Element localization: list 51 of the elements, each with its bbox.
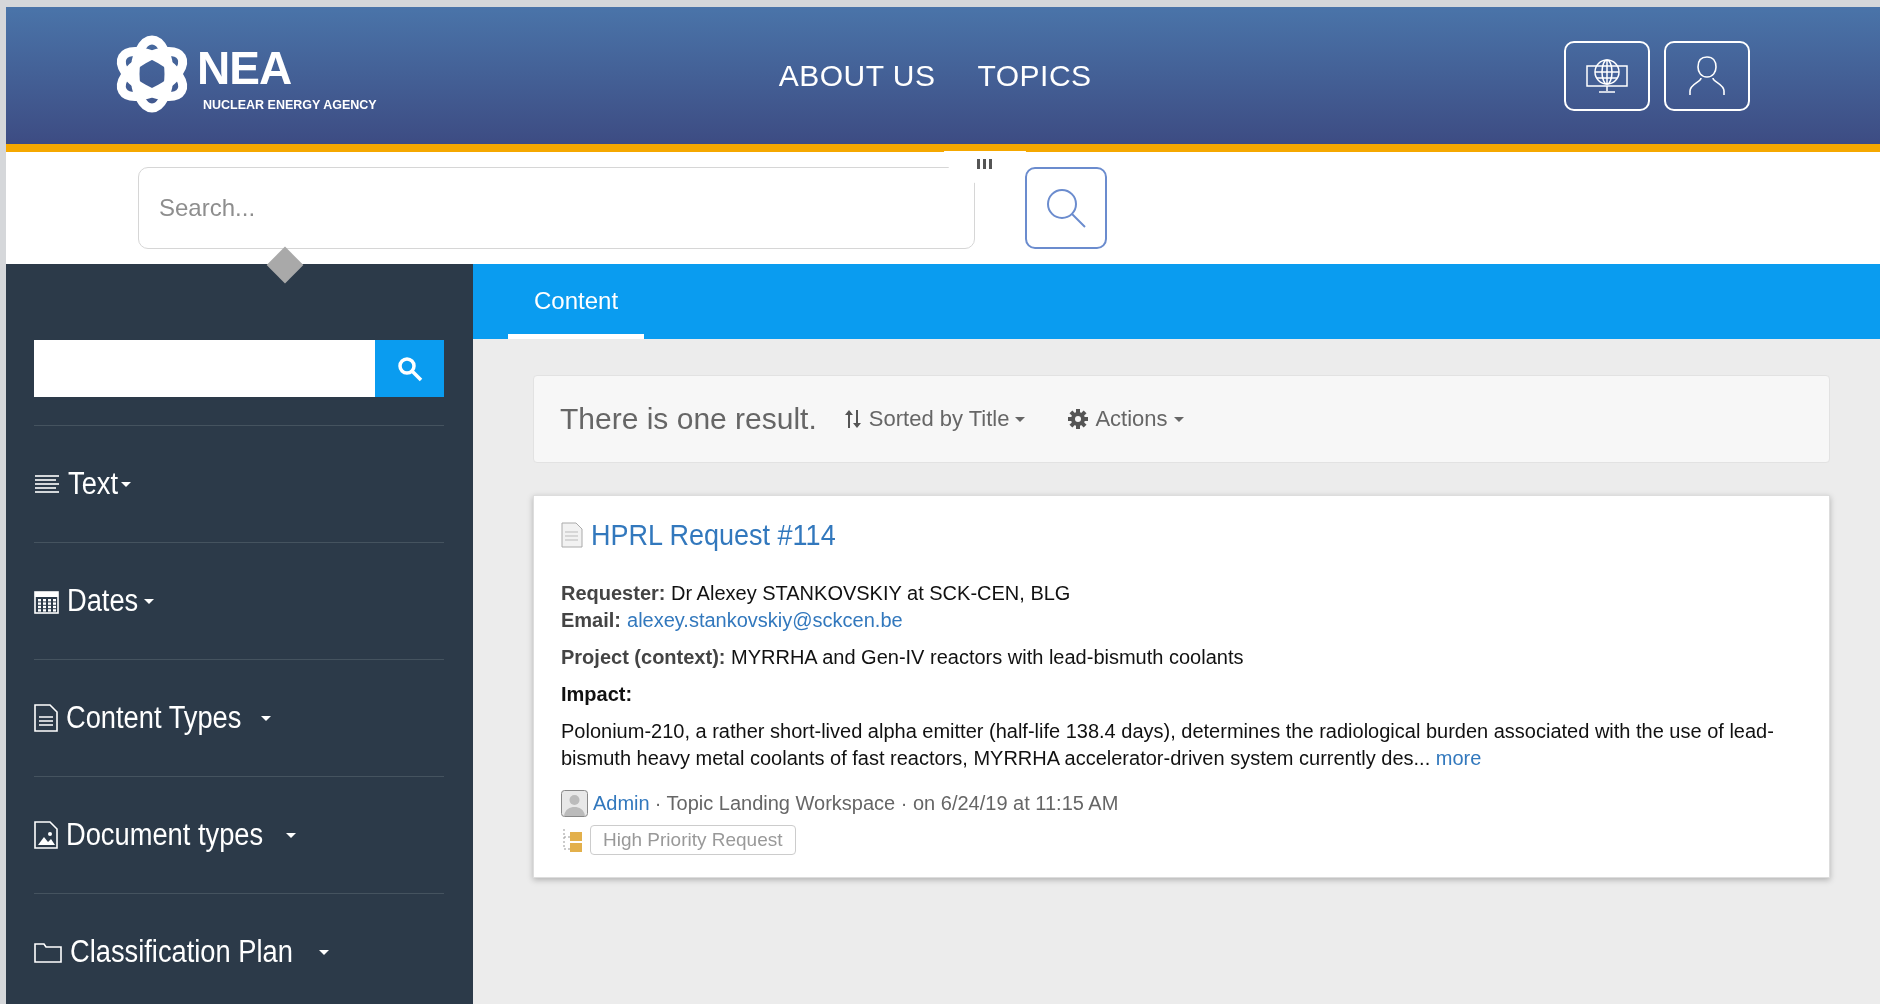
result-title[interactable]: HPRL Request #114: [591, 518, 836, 552]
nav-link[interactable]: TOPICS: [977, 58, 1092, 93]
lines-icon: [34, 474, 60, 494]
logo-subtitle: NUCLEAR ENERGY AGENCY: [203, 97, 377, 112]
caret-icon: [286, 832, 296, 838]
requester-line: Requester: Dr Alexey STANKOVSKIY at SCK-CEN, BLG: [561, 581, 1072, 606]
result-count: There is one result.: [560, 402, 817, 436]
facet-toggle[interactable]: Document types: [34, 776, 444, 893]
sort-icon: [842, 409, 863, 429]
caret-icon: [120, 481, 131, 487]
folder-icon: [34, 941, 62, 963]
email-link[interactable]: alexey.stankovskiy@sckcen.be: [627, 607, 903, 634]
email-label: Email:: [561, 608, 622, 633]
post-details: · Topic Landing Workspace · on 6/24/19 at 11:15 AM: [654, 792, 1119, 815]
impact-label: Impact:: [561, 682, 633, 707]
search-icon: [396, 355, 423, 382]
user-icon: [1688, 53, 1726, 98]
more-link[interactable]: more: [1435, 747, 1482, 769]
impact-text: Polonium-210, a rather short-lived alpha emitter (half-life 138.4 days), determines the radiological burden associated with the use of lead-bismuth heavy metal coolants of fast reactors, MYRRHA accelerator-driven system currently des... more: [561, 719, 1775, 771]
logo[interactable]: NEA NUCLEAR ENERGY AGENCY: [111, 31, 377, 116]
gear-icon: [1067, 408, 1090, 430]
facet-toggle[interactable]: Dates: [34, 542, 444, 659]
globe-monitor-icon: [1585, 57, 1629, 94]
sort-dropdown[interactable]: Sorted by Title: [842, 406, 1026, 432]
tree-icon: [561, 827, 585, 853]
caret-icon: [1173, 416, 1184, 422]
nav-link[interactable]: ABOUT US: [778, 58, 936, 93]
caret-icon: [261, 715, 272, 721]
language-button[interactable]: [1564, 40, 1650, 111]
logo-name: NEA: [197, 45, 293, 90]
actions-dropdown[interactable]: Actions: [1067, 406, 1184, 432]
caret-icon: [319, 949, 330, 955]
facet-toggle[interactable]: Content Types: [34, 659, 444, 776]
user-button[interactable]: [1664, 40, 1750, 111]
document-icon: [561, 522, 583, 548]
project-line: Project (context): MYRRHA and Gen-IV reactors with lead-bismuth coolants: [561, 645, 1245, 670]
search-button[interactable]: [1025, 167, 1107, 249]
filter-search-button[interactable]: [375, 340, 444, 397]
document-icon: [34, 704, 58, 732]
facet-toggle[interactable]: Classification Plan: [34, 893, 444, 1004]
caret-icon: [144, 598, 154, 604]
search-icon: [1044, 186, 1088, 230]
search-field[interactable]: Search...: [138, 167, 975, 249]
image-file-icon: [34, 821, 58, 849]
caret-icon: [1015, 416, 1026, 422]
calendar-icon: [34, 588, 59, 614]
facet-toggle[interactable]: Text: [34, 425, 444, 542]
grip-icon: [977, 159, 993, 169]
filter-field[interactable]: [34, 340, 375, 397]
author-link[interactable]: Admin: [593, 792, 650, 815]
avatar-icon: [561, 790, 588, 817]
